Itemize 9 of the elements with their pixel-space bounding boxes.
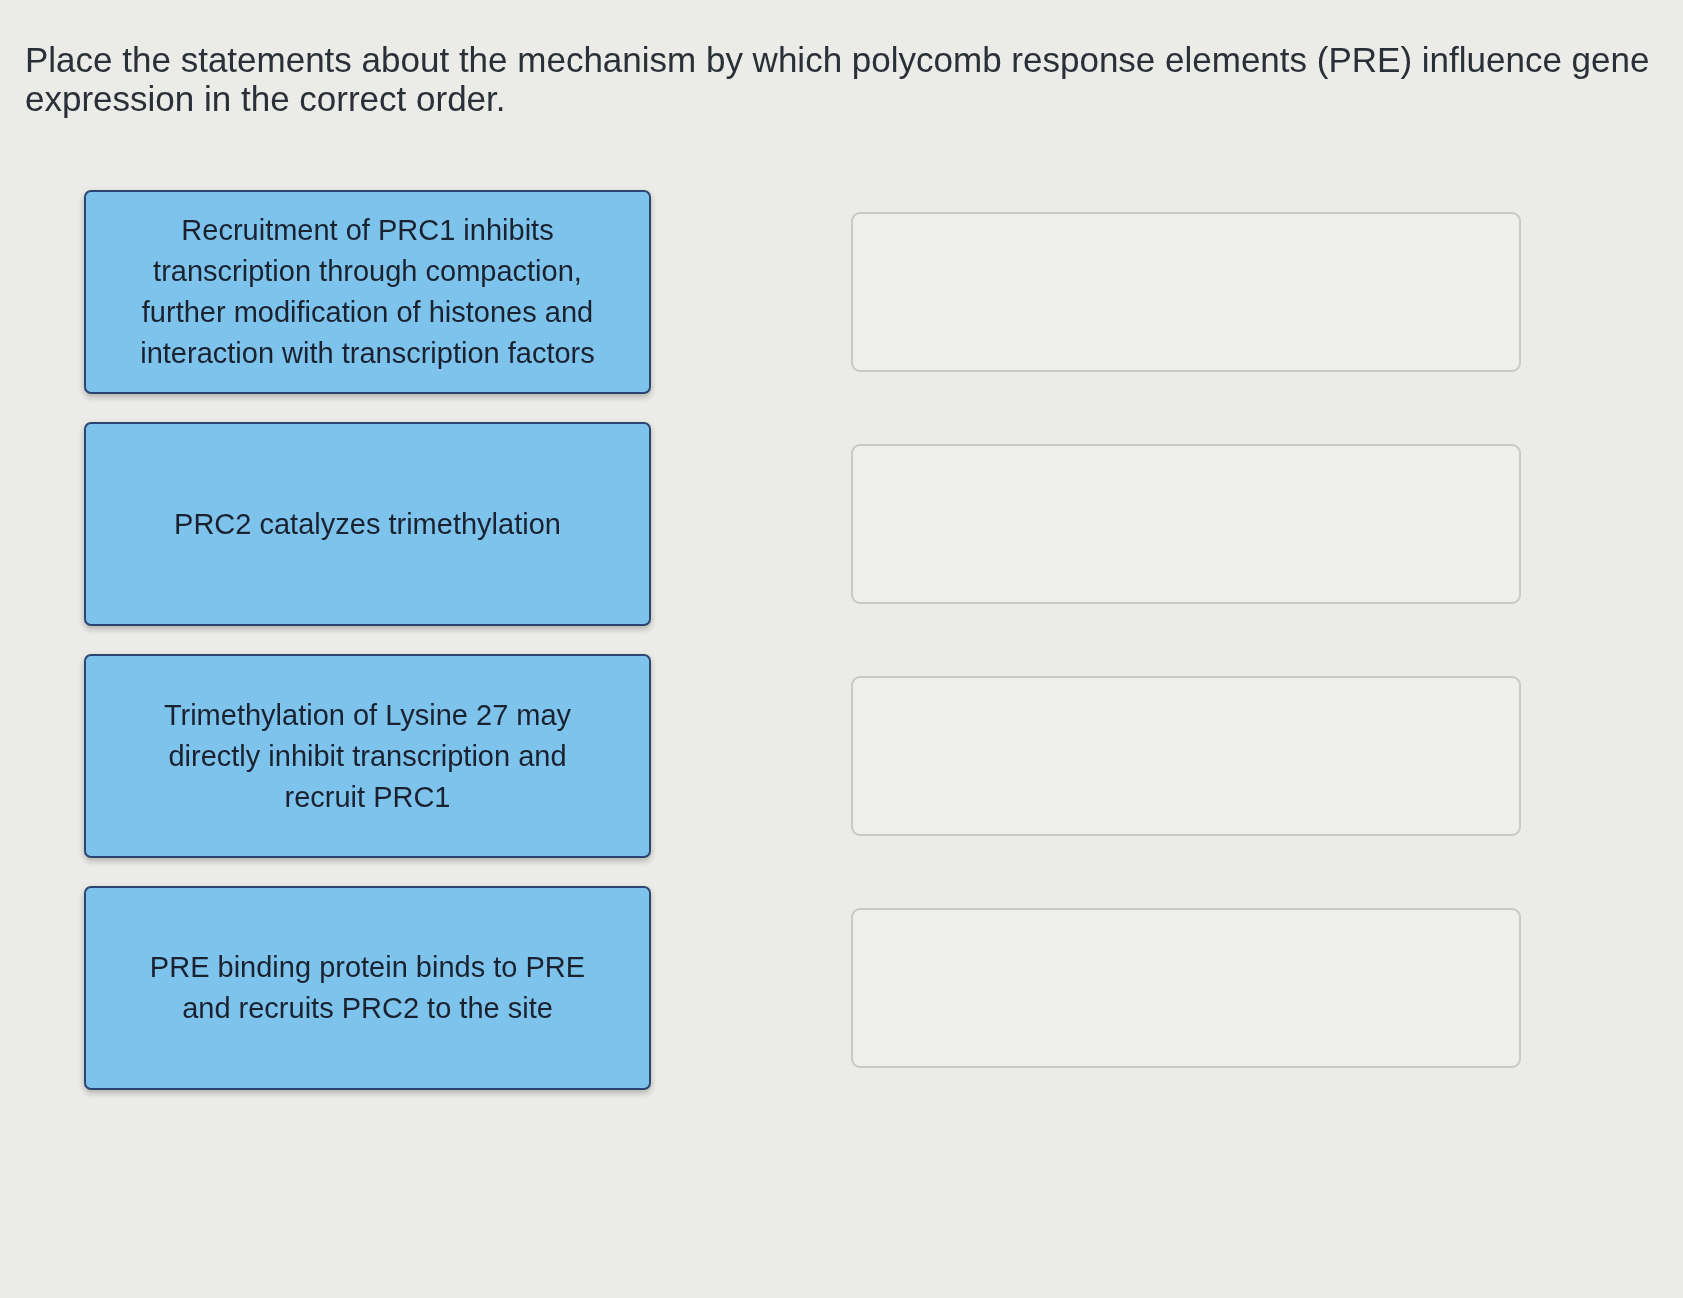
- statement-card[interactable]: PRE binding protein binds to PRE and recruits PRC2 to the site: [84, 886, 651, 1090]
- statement-card[interactable]: PRC2 catalyzes trimethylation: [84, 422, 651, 626]
- answer-box[interactable]: [851, 908, 1521, 1068]
- question-text: Place the statements about the mechanism by which polycomb response elements (PRE) influence gene expression in the correct order.: [25, 40, 1651, 118]
- answer-box[interactable]: [851, 212, 1521, 372]
- statement-card[interactable]: Trimethylation of Lysine 27 may directly inhibit transcription and recruit PRC1: [84, 654, 651, 858]
- answer-box[interactable]: [851, 444, 1521, 604]
- statement-card[interactable]: Recruitment of PRC1 inhibits transcription through compaction, further modification of histones and interaction with transcription factors: [84, 190, 651, 394]
- answer-box[interactable]: [851, 676, 1521, 836]
